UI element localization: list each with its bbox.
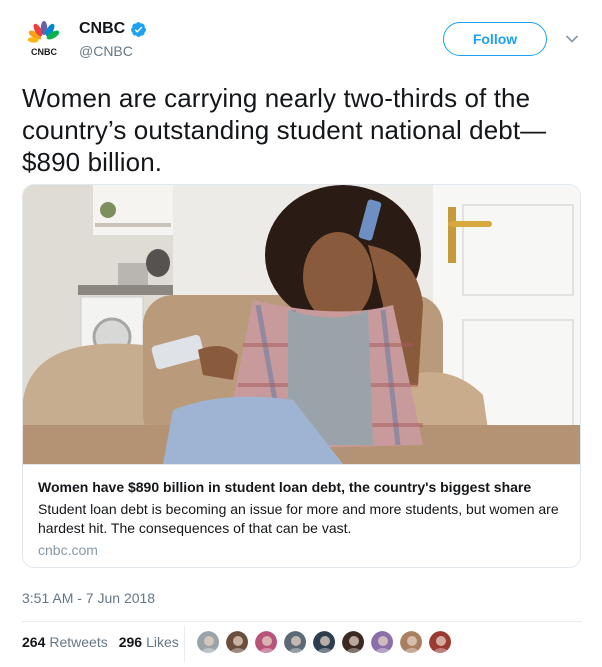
author-display-name[interactable]: CNBC <box>79 20 125 38</box>
avatar-icon <box>429 631 451 653</box>
avatar-icon <box>342 631 364 653</box>
liker-avatar[interactable] <box>283 630 307 654</box>
retweets-label: Retweets <box>49 634 108 650</box>
avatar-icon <box>400 631 422 653</box>
card-title[interactable]: Women have $890 billion in student loan … <box>38 479 568 495</box>
liker-avatars <box>196 630 457 654</box>
logo-wordmark: CNBC <box>31 47 57 57</box>
author-name-row[interactable]: CNBC <box>79 20 147 38</box>
avatar-icon <box>313 631 335 653</box>
avatar-icon <box>197 631 219 653</box>
tweet: CNBC CNBC @CNBC Follow Women are carryin… <box>0 0 602 667</box>
card-domain[interactable]: cnbc.com <box>38 542 98 558</box>
tweet-menu-caret[interactable] <box>566 35 578 43</box>
liker-avatar[interactable] <box>225 630 249 654</box>
tweet-timestamp[interactable]: 3:51 AM - 7 Jun 2018 <box>22 590 155 606</box>
liker-avatar[interactable] <box>370 630 394 654</box>
card-description: Student loan debt is becoming an issue f… <box>38 501 559 536</box>
liker-avatar[interactable] <box>399 630 423 654</box>
liker-avatar[interactable] <box>428 630 452 654</box>
author-handle[interactable]: @CNBC <box>79 43 133 59</box>
cnbc-logo-avatar[interactable]: CNBC <box>24 18 64 58</box>
follow-button[interactable]: Follow <box>443 22 547 56</box>
card-image[interactable] <box>23 185 580 464</box>
retweets-count: 264 <box>22 634 46 650</box>
liker-avatar[interactable] <box>341 630 365 654</box>
stats-separator <box>184 626 185 662</box>
cnbc-peacock-logo-icon: CNBC <box>27 21 60 57</box>
liker-avatar[interactable] <box>254 630 278 654</box>
link-card[interactable]: Women have $890 billion in student loan … <box>22 184 581 568</box>
stats-divider <box>22 621 582 622</box>
liker-avatar[interactable] <box>196 630 220 654</box>
likes-stat[interactable]: 296 Likes <box>119 634 179 650</box>
avatar-icon <box>255 631 277 653</box>
verified-badge-icon <box>131 21 147 37</box>
card-body[interactable]: Women have $890 billion in student loan … <box>23 464 580 558</box>
tweet-stats: 264 Retweets 296 Likes <box>22 634 190 650</box>
chevron-down-icon <box>566 35 578 43</box>
avatar-icon <box>284 631 306 653</box>
liker-avatar[interactable] <box>312 630 336 654</box>
likes-label: Likes <box>146 634 179 650</box>
tweet-text: Women are carrying nearly two-thirds of … <box>22 83 547 177</box>
avatar-icon <box>371 631 393 653</box>
avatar-icon <box>226 631 248 653</box>
retweets-stat[interactable]: 264 Retweets <box>22 634 108 650</box>
likes-count: 296 <box>118 634 143 650</box>
